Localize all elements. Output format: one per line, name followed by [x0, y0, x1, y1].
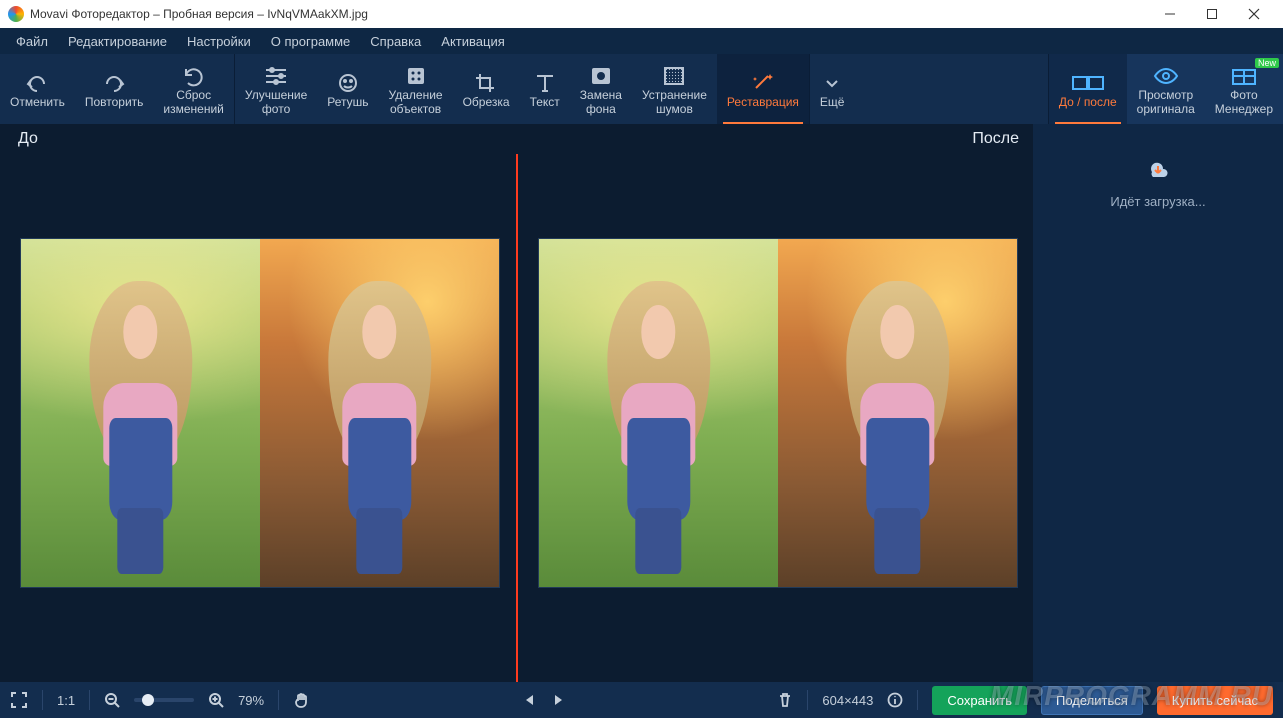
preview-label-2: оригинала [1137, 103, 1195, 117]
crop-label: Обрезка [463, 96, 510, 110]
object-removal-button[interactable]: Удаление объектов [379, 54, 453, 124]
enhance-label-1: Улучшение [245, 89, 307, 103]
menu-settings[interactable]: Настройки [177, 31, 261, 52]
before-image[interactable] [20, 238, 500, 588]
reset-label-1: Сброс [176, 89, 211, 103]
compare-divider[interactable] [516, 154, 518, 682]
before-after-label: До / после [1059, 96, 1117, 110]
maximize-button[interactable] [1191, 0, 1233, 28]
pan-hand-button[interactable] [293, 691, 311, 709]
face-icon [336, 70, 360, 96]
more-button[interactable]: Ещё [810, 54, 855, 124]
more-label: Ещё [820, 96, 845, 110]
next-button[interactable] [551, 693, 565, 707]
restoration-label: Реставрация [727, 96, 799, 110]
menu-activation[interactable]: Активация [431, 31, 514, 52]
noise-label-1: Устранение [642, 89, 707, 103]
before-label: До [18, 130, 38, 148]
undo-label: Отменить [10, 96, 65, 110]
menu-file[interactable]: Файл [6, 31, 58, 52]
reset-changes-button[interactable]: Сброс изменений [153, 54, 233, 124]
noise-removal-button[interactable]: Устранение шумов [632, 54, 717, 124]
fullscreen-button[interactable] [10, 691, 28, 709]
bg-label-2: фона [586, 103, 616, 117]
photo-manager-button[interactable]: New Фото Менеджер [1205, 54, 1283, 124]
status-bar: 1:1 79% 604×443 Сохранить Поделиться Куп… [0, 682, 1283, 718]
new-badge: New [1255, 58, 1279, 68]
noise-label-2: шумов [656, 103, 693, 117]
zoom-ratio-button[interactable]: 1:1 [57, 693, 75, 708]
bg-label-1: Замена [580, 89, 622, 103]
enhance-photo-button[interactable]: Улучшение фото [235, 54, 317, 124]
magic-wand-icon [750, 70, 776, 96]
gallery-icon [1231, 63, 1257, 89]
reset-icon [182, 63, 206, 89]
preview-original-button[interactable]: Просмотр оригинала [1127, 54, 1205, 124]
download-cloud-icon [1144, 158, 1172, 180]
zoom-slider[interactable] [134, 698, 194, 702]
window-title: Movavi Фоторедактор – Пробная версия – I… [30, 7, 368, 21]
titlebar: Movavi Фоторедактор – Пробная версия – I… [0, 0, 1283, 28]
background-change-button[interactable]: Замена фона [570, 54, 632, 124]
retouch-button[interactable]: Ретушь [317, 54, 378, 124]
remove-label-1: Удаление [389, 89, 443, 103]
redo-label: Повторить [85, 96, 144, 110]
preview-label-1: Просмотр [1138, 89, 1193, 103]
redo-button[interactable]: Повторить [75, 54, 154, 124]
restoration-button[interactable]: Реставрация [717, 54, 809, 124]
prev-button[interactable] [523, 693, 537, 707]
delete-button[interactable] [777, 692, 793, 708]
compare-icon [1071, 70, 1105, 96]
info-button[interactable] [887, 692, 903, 708]
remove-label-2: объектов [390, 103, 441, 117]
noise-icon [662, 63, 686, 89]
crop-icon [474, 70, 498, 96]
menu-about[interactable]: О программе [261, 31, 361, 52]
close-button[interactable] [1233, 0, 1275, 28]
menu-help[interactable]: Справка [360, 31, 431, 52]
save-button[interactable]: Сохранить [932, 686, 1027, 715]
enhance-label-2: фото [262, 103, 290, 117]
minimize-button[interactable] [1149, 0, 1191, 28]
menu-edit[interactable]: Редактирование [58, 31, 177, 52]
manager-label-2: Менеджер [1215, 103, 1273, 117]
heal-icon [404, 63, 428, 89]
canvas-area: До После [0, 124, 1033, 682]
retouch-label: Ретушь [327, 96, 368, 110]
reset-label-2: изменений [163, 103, 223, 117]
eye-icon [1153, 63, 1179, 89]
redo-icon [102, 70, 126, 96]
bg-swap-icon [589, 63, 613, 89]
chevron-down-icon [823, 70, 841, 96]
manager-label-1: Фото [1230, 89, 1258, 103]
toolbar: Отменить Повторить Сброс изменений Улучш… [0, 54, 1283, 124]
image-dimensions: 604×443 [822, 693, 873, 708]
share-button[interactable]: Поделиться [1041, 686, 1143, 715]
text-label: Текст [530, 96, 560, 110]
undo-icon [25, 70, 49, 96]
text-button[interactable]: Текст [520, 54, 570, 124]
after-image[interactable] [538, 238, 1018, 588]
before-after-button[interactable]: До / после [1049, 54, 1127, 124]
zoom-percent: 79% [238, 693, 264, 708]
buy-button[interactable]: Купить сейчас [1157, 686, 1273, 715]
after-label: После [972, 130, 1019, 148]
zoom-out-button[interactable] [104, 692, 120, 708]
side-panel: Идёт загрузка... [1033, 124, 1283, 682]
sliders-icon [263, 63, 289, 89]
app-logo-icon [8, 6, 24, 22]
zoom-in-button[interactable] [208, 692, 224, 708]
menubar: Файл Редактирование Настройки О программ… [0, 28, 1283, 54]
text-icon [533, 70, 557, 96]
loading-text: Идёт загрузка... [1110, 194, 1205, 209]
undo-button[interactable]: Отменить [0, 54, 75, 124]
crop-button[interactable]: Обрезка [453, 54, 520, 124]
